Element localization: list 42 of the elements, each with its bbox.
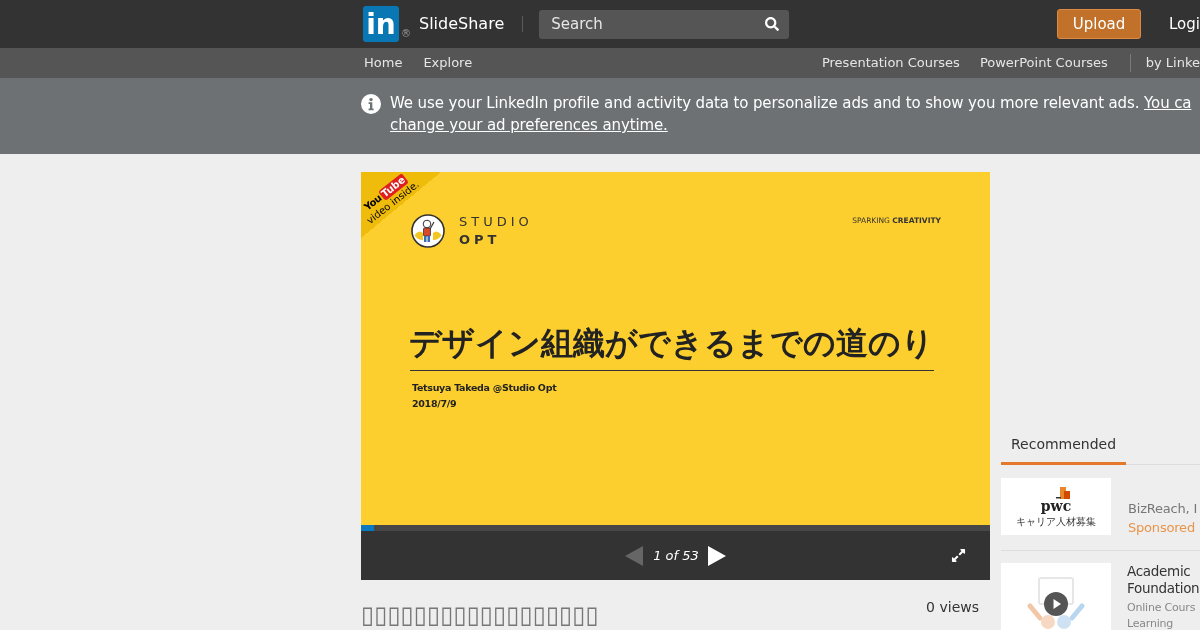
ad-preferences-link[interactable]: change your ad preferences anytime. <box>390 114 668 136</box>
search-field[interactable]: Search <box>539 9 790 39</box>
author-text: Tetsuya Takeda @Studio Opt <box>412 381 557 395</box>
stacked-blocks-icon <box>1056 486 1070 499</box>
search-icon[interactable] <box>765 16 780 31</box>
page-counter: 1 of 53 <box>653 546 699 565</box>
login-link[interactable]: Logi <box>1169 12 1200 36</box>
nav-link[interactable]: Presentation Courses <box>821 53 960 73</box>
course-title[interactable]: Academic <box>1127 563 1191 580</box>
sponsored-label: Sponsored <box>1128 519 1195 537</box>
registered-mark: ® <box>401 29 411 39</box>
progress-track[interactable] <box>361 525 990 531</box>
date-text: 2018/7/9 <box>412 397 457 411</box>
screen-and-figures-drawing <box>1026 576 1086 630</box>
course-title[interactable]: Foundation <box>1127 580 1200 597</box>
nav-link[interactable]: Explore <box>423 53 473 73</box>
partner-link[interactable]: by Linke <box>1145 53 1200 73</box>
ad-preferences-link[interactable]: You ca <box>1144 94 1192 112</box>
thumbnail-caption: キャリア人材募集 <box>1016 516 1096 527</box>
ad-thumbnail[interactable]: pwc キャリア人材募集 <box>1001 478 1111 535</box>
course-meta: Online Cours <box>1127 600 1196 616</box>
presentation-title: ▯▯▯▯▯▯▯▯▯▯▯▯▯▯▯▯▯▯ <box>361 602 599 628</box>
sidebar-tab[interactable]: Recommended <box>1001 430 1127 465</box>
upload-button[interactable]: Upload <box>1057 9 1142 39</box>
fullscreen-icon[interactable] <box>951 548 966 563</box>
advertiser-name: BizReach, I <box>1128 500 1198 518</box>
course-meta: Learning <box>1127 616 1174 630</box>
slide-title: デザイン組織ができるまでの道のり <box>409 323 934 364</box>
brand-name[interactable]: SlideShare <box>419 16 505 32</box>
brand-logo[interactable]: in <box>363 6 399 42</box>
mascot-icon <box>411 214 445 248</box>
play-icon[interactable] <box>1044 592 1068 616</box>
info-icon <box>361 94 381 114</box>
nav-link[interactable]: PowerPoint Courses <box>979 53 1108 73</box>
next-arrow-icon[interactable] <box>707 545 726 566</box>
view-count: 0 views <box>926 598 979 617</box>
studio-name: STUDIO <box>459 213 533 231</box>
notice-text: We use your LinkedIn profile and activity data to personalize ads and to show you more relevant ads. <box>390 94 1140 112</box>
course-thumbnail[interactable] <box>1001 563 1111 630</box>
nav-link[interactable]: Home <box>364 53 403 73</box>
studio-subname: OPT <box>459 231 501 249</box>
logo-text: pwc <box>1040 498 1072 513</box>
